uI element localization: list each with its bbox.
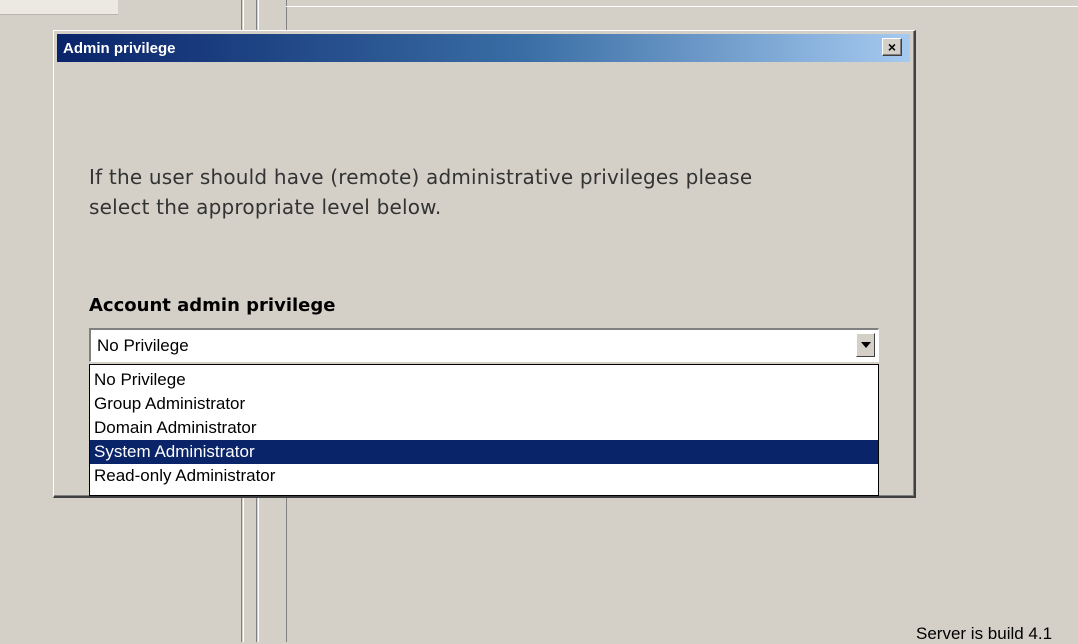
server-build-status: Server is build 4.1 [916, 624, 1053, 643]
instruction-text: If the user should have (remote) adminis… [89, 162, 849, 222]
instruction-line-1: If the user should have (remote) adminis… [89, 165, 753, 189]
privilege-field-label: Account admin privilege [89, 295, 336, 316]
dropdown-option[interactable]: Group Administrator [90, 392, 878, 416]
admin-privilege-dialog: Admin privilege × If the user should hav… [53, 30, 916, 498]
close-icon: × [887, 39, 897, 55]
dialog-title: Admin privilege [63, 39, 176, 57]
privilege-select[interactable]: No Privilege [89, 328, 879, 362]
chevron-down-icon[interactable] [856, 333, 875, 357]
dropdown-option[interactable]: Read-only Administrator [90, 464, 878, 488]
background-toolbar-strip [0, 0, 118, 15]
dropdown-option-highlighted[interactable]: System Administrator [90, 440, 878, 464]
background-divider [286, 6, 1078, 7]
dropdown-option[interactable]: No Privilege [90, 368, 878, 392]
instruction-line-2: select the appropriate level below. [89, 195, 442, 219]
dropdown-option[interactable]: Domain Administrator [90, 416, 878, 440]
privilege-select-value: No Privilege [97, 336, 189, 355]
close-button[interactable]: × [882, 38, 902, 56]
privilege-dropdown-list: No Privilege Group Administrator Domain … [89, 364, 879, 496]
dialog-title-bar[interactable]: Admin privilege × [57, 34, 910, 62]
